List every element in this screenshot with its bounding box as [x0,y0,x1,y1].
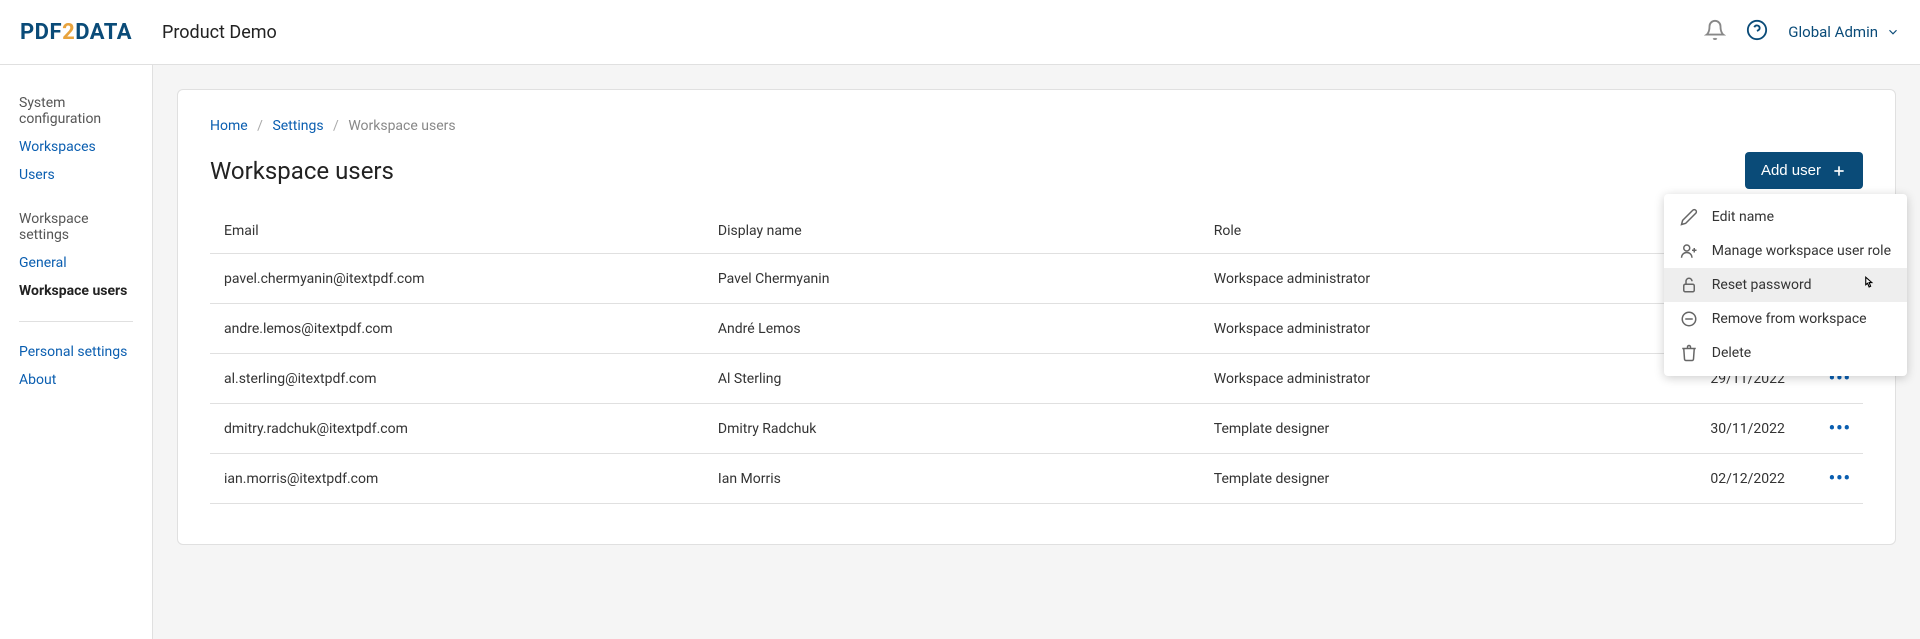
sidebar-item-general[interactable]: General [0,249,152,277]
menu-item-label: Remove from workspace [1712,311,1867,327]
cell-name: Pavel Chermyanin [706,254,1202,304]
col-header-role[interactable]: Role [1202,209,1599,254]
menu-item-delete[interactable]: Delete [1664,336,1907,370]
sidebar-section-workspace: Workspace settings [0,205,152,249]
cell-name: Al Sterling [706,354,1202,404]
logo-part-pdf: PDF [20,20,62,45]
row-actions-button[interactable]: ••• [1829,468,1851,489]
cell-name: Ian Morris [706,454,1202,504]
sidebar-item-about[interactable]: About [0,366,152,394]
context-menu: Edit name Manage workspace user role Res… [1664,194,1907,376]
help-icon[interactable] [1746,19,1768,45]
cell-role: Workspace administrator [1202,354,1599,404]
cell-role: Workspace administrator [1202,254,1599,304]
add-user-label: Add user [1761,162,1821,179]
menu-item-label: Reset password [1712,277,1812,293]
cell-role: Template designer [1202,404,1599,454]
notifications-icon[interactable] [1704,19,1726,45]
cell-name: André Lemos [706,304,1202,354]
cell-role: Workspace administrator [1202,304,1599,354]
trash-icon [1680,344,1698,362]
sidebar-item-personal-settings[interactable]: Personal settings [0,338,152,366]
user-role-icon [1680,242,1698,260]
user-menu[interactable]: Global Admin [1788,23,1900,41]
menu-item-label: Manage workspace user role [1712,243,1891,259]
logo-part-2: 2 [62,20,75,45]
page-title: Workspace users [210,157,394,185]
cell-email: dmitry.radchuk@itextpdf.com [210,404,706,454]
sidebar-section-system: System configuration [0,89,152,133]
sidebar-item-users[interactable]: Users [0,161,152,189]
cell-date: 30/11/2022 [1599,404,1797,454]
cell-email: pavel.chermyanin@itextpdf.com [210,254,706,304]
plus-icon [1831,163,1847,179]
menu-item-label: Delete [1712,345,1751,361]
cell-email: al.sterling@itextpdf.com [210,354,706,404]
cell-name: Dmitry Radchuk [706,404,1202,454]
table-header-row: Email Display name Role [210,209,1863,254]
menu-item-label: Edit name [1712,209,1774,225]
content-panel: Home / Settings / Workspace users Worksp… [177,89,1896,545]
table-row: al.sterling@itextpdf.comAl SterlingWorks… [210,354,1863,404]
table-row: pavel.chermyanin@itextpdf.comPavel Cherm… [210,254,1863,304]
sidebar-item-workspace-users[interactable]: Workspace users [0,277,152,305]
product-title: Product Demo [162,22,277,43]
lock-icon [1680,276,1698,294]
col-header-name[interactable]: Display name [706,209,1202,254]
remove-icon [1680,310,1698,328]
add-user-button[interactable]: Add user [1745,152,1863,189]
cursor-pointer-icon [1859,275,1877,293]
menu-item-reset-password[interactable]: Reset password [1664,268,1907,302]
col-header-email[interactable]: Email [210,209,706,254]
logo-part-data: DATA [75,20,132,45]
table-row: dmitry.radchuk@itextpdf.comDmitry Radchu… [210,404,1863,454]
breadcrumb-home[interactable]: Home [210,118,248,134]
app-logo: PDF2DATA [20,20,132,45]
cell-email: andre.lemos@itextpdf.com [210,304,706,354]
cell-role: Template designer [1202,454,1599,504]
main-content: Home / Settings / Workspace users Worksp… [153,65,1920,639]
users-table: Email Display name Role pavel.chermyanin… [210,209,1863,504]
pencil-icon [1680,208,1698,226]
app-header: PDF2DATA Product Demo Global Admin [0,0,1920,65]
cell-email: ian.morris@itextpdf.com [210,454,706,504]
table-row: andre.lemos@itextpdf.comAndré LemosWorks… [210,304,1863,354]
sidebar-item-workspaces[interactable]: Workspaces [0,133,152,161]
menu-item-edit-name[interactable]: Edit name [1664,200,1907,234]
breadcrumb-current: Workspace users [348,118,455,134]
sidebar: System configuration Workspaces Users Wo… [0,65,153,639]
sidebar-divider [19,321,133,322]
menu-item-manage-role[interactable]: Manage workspace user role [1664,234,1907,268]
user-menu-label: Global Admin [1788,23,1878,41]
row-actions-button[interactable]: ••• [1829,418,1851,439]
breadcrumb-settings[interactable]: Settings [272,118,323,134]
chevron-down-icon [1886,25,1900,39]
cell-date: 02/12/2022 [1599,454,1797,504]
table-row: ian.morris@itextpdf.comIan MorrisTemplat… [210,454,1863,504]
menu-item-remove[interactable]: Remove from workspace [1664,302,1907,336]
breadcrumb: Home / Settings / Workspace users [210,118,1863,134]
